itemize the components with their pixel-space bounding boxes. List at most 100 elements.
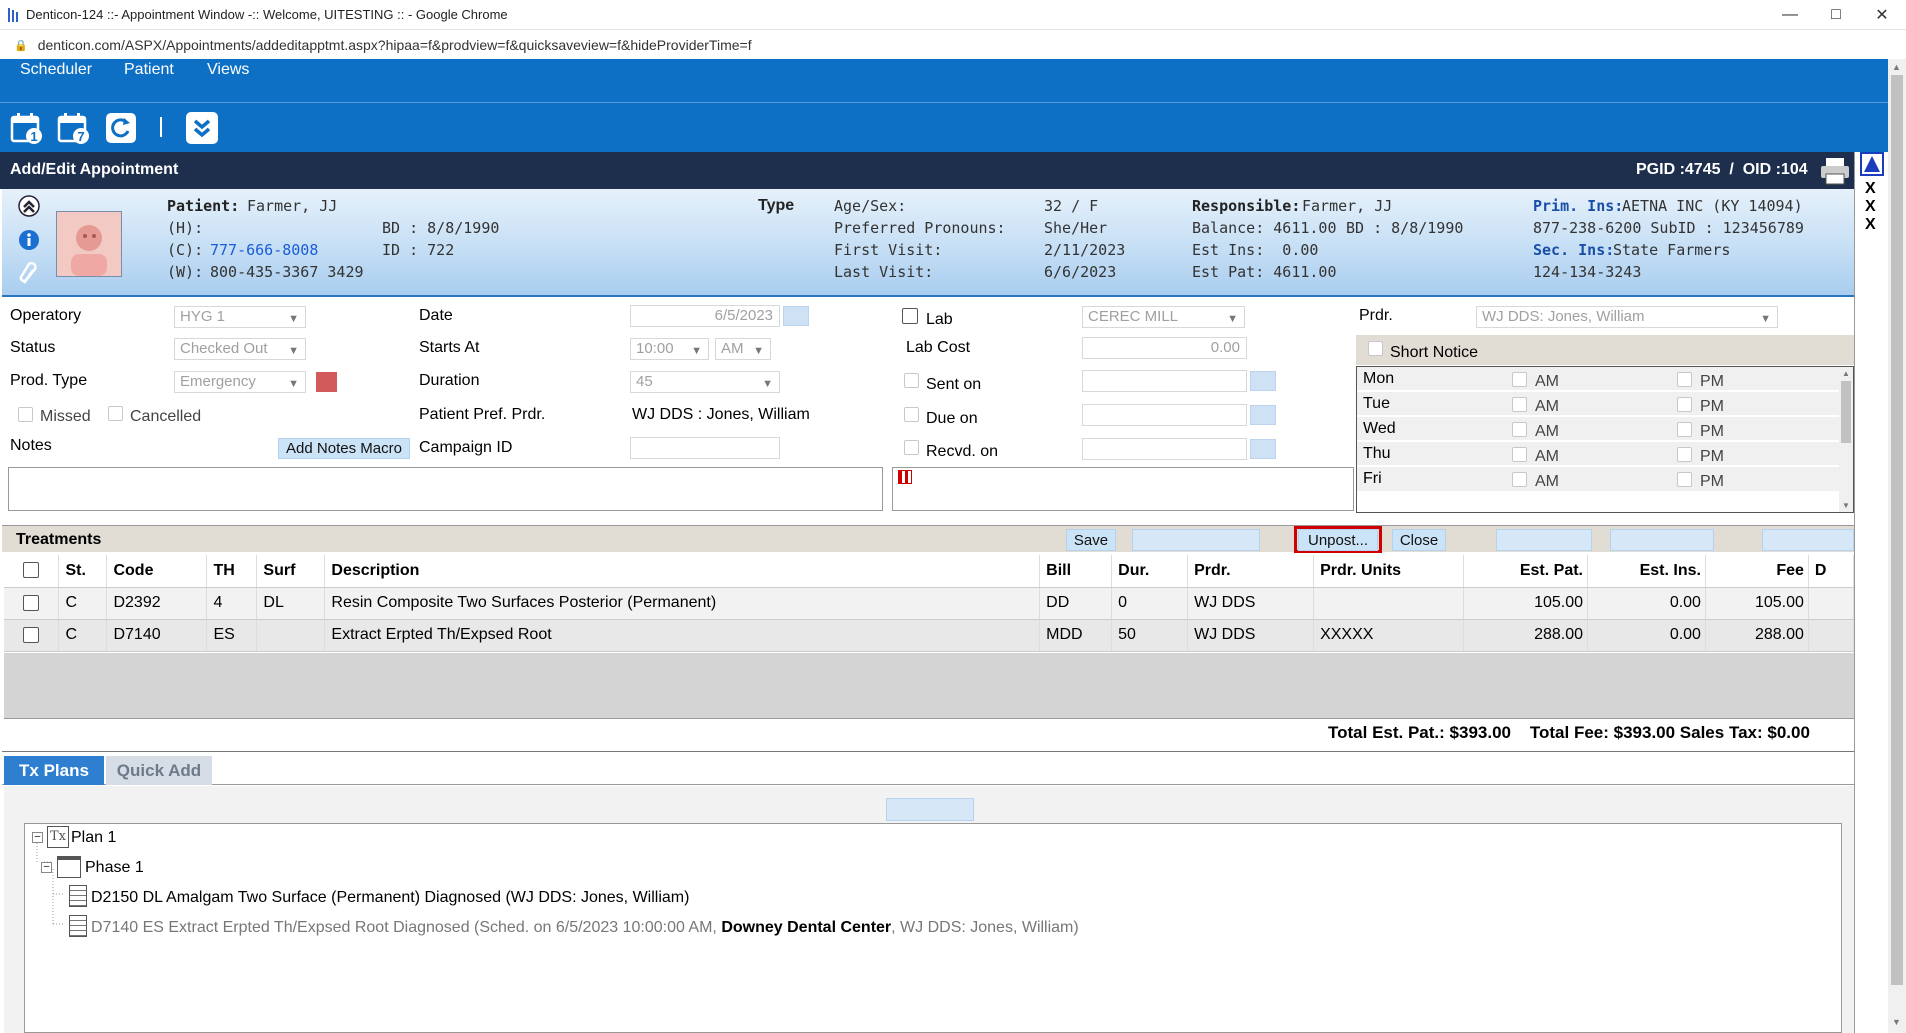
starts-ampm-select[interactable]: AM ▼ [715, 338, 771, 360]
menu-views[interactable]: Views [207, 61, 249, 79]
status-select[interactable]: Checked Out ▼ [174, 338, 306, 360]
calendar-day-icon[interactable]: 1 [8, 109, 46, 147]
recvd-on-input[interactable] [1082, 438, 1247, 460]
prod-type-color-swatch[interactable] [316, 372, 337, 392]
tab-quick-add[interactable]: Quick Add [106, 756, 212, 785]
row-checkbox[interactable] [23, 626, 40, 643]
starts-time-select[interactable]: 10:00 ▼ [630, 338, 709, 360]
scroll-top-icon[interactable] [1860, 152, 1884, 176]
sent-on-checkbox[interactable] [904, 373, 919, 388]
col-code[interactable]: Code [106, 555, 208, 588]
col-bill[interactable]: Bill [1039, 555, 1113, 588]
info-icon[interactable] [18, 229, 40, 255]
close-button[interactable]: Close [1392, 529, 1446, 551]
menu-scheduler[interactable]: Scheduler [20, 61, 92, 79]
col-prdr-units[interactable]: Prdr. Units [1313, 555, 1465, 588]
close-panel-icons[interactable]: XXX [1865, 180, 1876, 234]
patient-photo[interactable] [56, 211, 122, 277]
prdr-select[interactable]: WJ DDS: Jones, William ▼ [1476, 306, 1778, 328]
print-icon[interactable] [1819, 156, 1851, 191]
row-checkbox[interactable] [23, 594, 40, 611]
wed-pm-checkbox[interactable] [1677, 422, 1692, 437]
address-bar[interactable]: 🔒 denticon.com/ASPX/Appointments/addedit… [0, 31, 1906, 59]
calendar-week-icon[interactable]: 7 [55, 109, 93, 147]
lab-flag-icon[interactable] [898, 470, 912, 484]
col-est-pat[interactable]: Est. Pat. [1463, 555, 1588, 588]
phase-node[interactable]: Phase 1 [85, 859, 144, 877]
app-logo-icon [8, 8, 18, 22]
lab-checkbox[interactable] [902, 308, 918, 324]
fri-am-checkbox[interactable] [1512, 472, 1527, 487]
recvd-on-checkbox[interactable] [904, 440, 919, 455]
tree-item[interactable]: D2150 DL Amalgam Two Surface (Permanent)… [91, 889, 689, 907]
table-row[interactable]: C D2392 4 DL Resin Composite Two Surface… [4, 587, 1855, 620]
chevron-down-icon: ▼ [762, 378, 773, 390]
notes-textarea[interactable] [8, 467, 883, 511]
mon-am-checkbox[interactable] [1512, 372, 1527, 387]
maximize-icon[interactable]: □ [1813, 0, 1859, 30]
plan-node[interactable]: Plan 1 [71, 829, 116, 847]
select-all-checkbox[interactable] [23, 562, 40, 579]
menu-patient[interactable]: Patient [124, 61, 174, 79]
col-surf[interactable]: Surf [256, 555, 326, 588]
col-fee[interactable]: Fee [1705, 555, 1809, 588]
due-on-checkbox[interactable] [904, 407, 919, 422]
cancelled-checkbox[interactable] [108, 406, 123, 421]
prim-ins-label: Prim. Ins: [1533, 197, 1624, 215]
page-scrollbar[interactable]: ▲ ▼ [1888, 59, 1906, 1033]
col-d[interactable]: D [1808, 555, 1855, 588]
days-scrollbar[interactable]: ▲ ▼ [1839, 367, 1853, 512]
mon-pm-checkbox[interactable] [1677, 372, 1692, 387]
operatory-select[interactable]: HYG 1 ▼ [174, 306, 306, 328]
cell-dur: 0 [1111, 587, 1189, 620]
date-input[interactable]: 6/5/2023 [630, 305, 780, 327]
sent-on-input[interactable] [1082, 370, 1247, 392]
scroll-down-icon[interactable]: ▼ [1892, 1017, 1901, 1027]
tue-pm-checkbox[interactable] [1677, 397, 1692, 412]
due-on-input[interactable] [1082, 404, 1247, 426]
missed-checkbox[interactable] [18, 407, 33, 422]
collapse-up-icon[interactable] [18, 195, 40, 221]
prod-type-select[interactable]: Emergency ▼ [174, 371, 306, 393]
lab-notes-textarea[interactable] [892, 467, 1354, 511]
unpost-button[interactable]: Unpost... [1298, 529, 1378, 551]
pm-label: PM [1700, 473, 1724, 490]
recvd-on-date-button[interactable] [1250, 439, 1276, 459]
wed-am-checkbox[interactable] [1512, 422, 1527, 437]
scroll-up-icon[interactable]: ▲ [1892, 62, 1901, 72]
collapse-down-icon[interactable] [183, 109, 221, 147]
sent-on-date-button[interactable] [1250, 371, 1276, 391]
fri-pm-checkbox[interactable] [1677, 472, 1692, 487]
attachment-icon[interactable] [18, 261, 40, 291]
thu-pm-checkbox[interactable] [1677, 447, 1692, 462]
save-button[interactable]: Save [1066, 529, 1116, 551]
tue-am-checkbox[interactable] [1512, 397, 1527, 412]
menu-bar: Scheduler Patient Views [0, 59, 1888, 102]
col-th[interactable]: TH [206, 555, 258, 588]
col-est-ins[interactable]: Est. Ins. [1587, 555, 1706, 588]
col-prdr[interactable]: Prdr. [1187, 555, 1315, 588]
date-picker-button[interactable] [783, 306, 809, 326]
patient-name[interactable]: Farmer, JJ [247, 197, 337, 215]
cell-phone[interactable]: 777-666-8008 [210, 241, 318, 259]
col-dur[interactable]: Dur. [1111, 555, 1189, 588]
due-on-date-button[interactable] [1250, 405, 1276, 425]
campaign-id-input[interactable] [630, 437, 780, 459]
refresh-icon[interactable] [102, 109, 140, 147]
close-window-icon[interactable]: ✕ [1859, 0, 1905, 30]
lab-select[interactable]: CEREC MILL ▼ [1082, 306, 1245, 328]
tab-tx-plans[interactable]: Tx Plans [4, 756, 104, 785]
col-st[interactable]: St. [58, 555, 108, 588]
duration-select[interactable]: 45 ▼ [630, 371, 780, 393]
lab-cost-input[interactable]: 0.00 [1082, 337, 1247, 359]
table-row[interactable]: C D7140 ES Extract Erpted Th/Expsed Root… [4, 619, 1855, 652]
collapse-phase-icon[interactable]: – [41, 862, 52, 873]
collapse-plan-icon[interactable]: – [32, 832, 43, 843]
add-notes-macro-button[interactable]: Add Notes Macro [278, 438, 410, 459]
thu-am-checkbox[interactable] [1512, 447, 1527, 462]
short-notice-checkbox[interactable] [1368, 341, 1383, 356]
minimize-icon[interactable]: — [1767, 0, 1813, 30]
tree-item[interactable]: D7140 ES Extract Erpted Th/Expsed Root D… [91, 919, 1079, 937]
col-description[interactable]: Description [324, 555, 1041, 588]
scroll-thumb[interactable] [1891, 75, 1903, 985]
